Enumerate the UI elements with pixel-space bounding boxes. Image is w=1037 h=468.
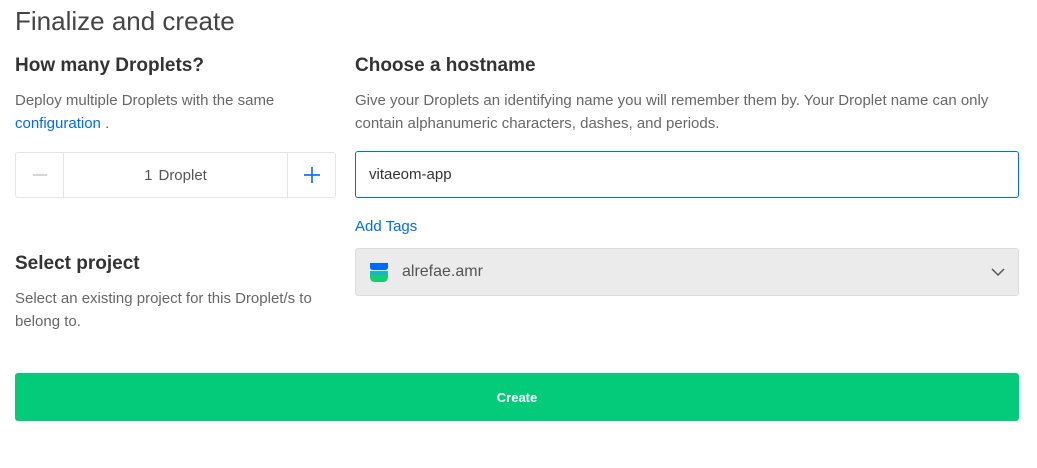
droplets-description-period: .: [105, 115, 110, 132]
droplet-count-value: 1: [144, 166, 153, 184]
hostname-input[interactable]: [355, 151, 1019, 198]
project-stack-icon: [370, 263, 388, 282]
project-select-value: alrefae.amr: [402, 263, 483, 280]
project-description: Select an existing project for this Drop…: [15, 290, 312, 330]
hostname-heading: Choose a hostname: [355, 55, 536, 76]
configuration-link[interactable]: configuration: [15, 115, 101, 132]
droplet-count-stepper: 1 Droplet: [15, 152, 336, 198]
add-tags-link[interactable]: Add Tags: [355, 216, 417, 238]
project-heading: Select project: [15, 253, 140, 274]
project-select[interactable]: alrefae.amr: [355, 248, 1019, 296]
create-button[interactable]: Create: [15, 373, 1019, 421]
droplet-count-unit: Droplet: [158, 166, 207, 184]
decrement-button[interactable]: [16, 153, 64, 197]
minus-icon: [32, 174, 47, 176]
plus-icon: [303, 167, 320, 183]
droplet-count-display: 1 Droplet: [64, 153, 287, 197]
increment-button[interactable]: [287, 153, 335, 197]
chevron-down-icon: [991, 268, 1005, 277]
droplets-heading: How many Droplets?: [15, 55, 204, 76]
page-title: Finalize and create: [15, 6, 235, 36]
droplets-description-text: Deploy multiple Droplets with the same: [15, 92, 275, 109]
hostname-description: Give your Droplets an identifying name y…: [355, 92, 989, 132]
droplets-description: Deploy multiple Droplets with the same c…: [15, 89, 335, 135]
